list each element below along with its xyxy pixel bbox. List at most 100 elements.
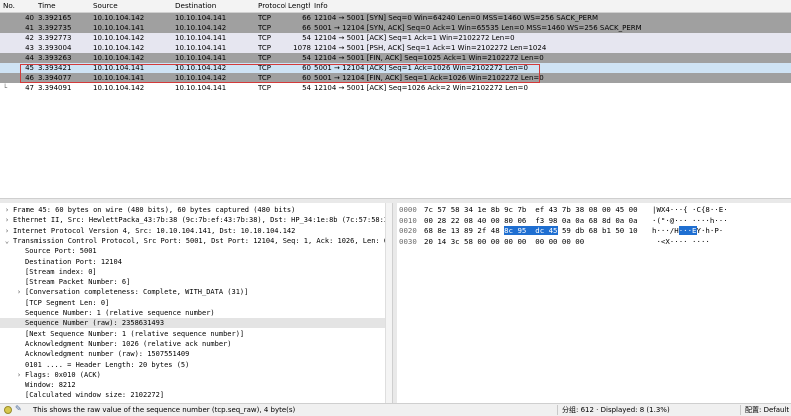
ascii-segment: Y·h·P·: [696, 226, 724, 235]
packet-length: 66: [302, 24, 311, 32]
status-separator: [557, 405, 558, 415]
detail-text: Sequence Number (raw): 2358631493: [25, 319, 165, 328]
packet-row[interactable]: 40 3.392165 10.10.104.142 10.10.104.141 TCP 6…: [0, 13, 791, 23]
packet-info: 12104 → 5001 [FIN, ACK] Seq=1025 Ack=1 W…: [314, 54, 544, 62]
detail-row[interactable]: 0101 .... = Header Length: 20 bytes (5): [0, 360, 392, 370]
detail-text: Acknowledgment Number: 1026 (relative ac…: [25, 339, 232, 348]
col-header-no[interactable]: No.: [3, 1, 15, 11]
detail-row[interactable]: [Stream Packet Number: 6]: [0, 277, 392, 287]
byte-offset: 0010: [399, 215, 417, 225]
packet-row[interactable]: 42 3.392773 10.10.104.142 10.10.104.141 TCP 5…: [0, 33, 791, 43]
detail-row[interactable]: [TCP Segment Len: 0]: [0, 298, 392, 308]
detail-row[interactable]: › Ethernet II, Src: HewlettPacka_43:7b:38…: [0, 215, 392, 225]
packet-destination: 10.10.104.141: [175, 84, 227, 92]
packet-no: 47: [25, 84, 34, 92]
detail-row[interactable]: › [Conversation completeness: Complete, W…: [0, 287, 392, 297]
detail-row[interactable]: ⌄ Transmission Control Protocol, Src Port…: [0, 236, 392, 246]
status-message: This shows the raw value of the sequence…: [33, 406, 296, 414]
col-header-destination[interactable]: Destination: [175, 1, 216, 11]
packet-length: 54: [302, 34, 311, 42]
col-header-source[interactable]: Source: [93, 1, 118, 11]
packet-list-header: No. Time Source Destination Protocol Len…: [0, 0, 791, 13]
col-header-length[interactable]: Length: [288, 1, 310, 11]
detail-row[interactable]: [Calculated window size: 2102272]: [0, 390, 392, 400]
ascii-bytes[interactable]: |WX4···{ ·C{8··E·: [652, 205, 728, 215]
expand-arrow-icon[interactable]: ›: [3, 215, 11, 225]
hex-bytes[interactable]: 7c 57 58 34 1e 8b 9c 7b ef 43 7b 38 08 0…: [424, 205, 638, 215]
detail-text: Acknowledgment number (raw): 1507551409: [25, 350, 190, 359]
packet-protocol: TCP: [258, 14, 271, 22]
packet-source: 10.10.104.142: [93, 84, 145, 92]
packet-row[interactable]: └ 47 3.394091 10.10.104.142 10.10.104.141 TCP…: [0, 83, 791, 93]
highlighted-hex-bytes: 8c 95 dc 45: [504, 226, 558, 235]
packet-row[interactable]: 44 3.393263 10.10.104.142 10.10.104.141 TCP 5…: [0, 53, 791, 63]
detail-text: Ethernet II, Src: HewlettPacka_43:7b:38 …: [13, 216, 392, 225]
packet-protocol: TCP: [258, 34, 271, 42]
packet-details-pane[interactable]: › Frame 45: 60 bytes on wire (480 bits), …: [0, 203, 392, 403]
detail-row[interactable]: Sequence Number (raw): 2358631493: [0, 318, 392, 329]
packet-time: 3.392165: [38, 14, 72, 22]
packet-info: 5001 → 12104 [SYN, ACK] Seq=0 Ack=1 Win=…: [314, 24, 642, 32]
details-scrollbar[interactable]: [385, 203, 392, 403]
packet-protocol: TCP: [258, 54, 271, 62]
detail-row[interactable]: › Flags: 0x010 (ACK): [0, 370, 392, 380]
packet-destination: 10.10.104.141: [175, 34, 227, 42]
detail-row[interactable]: Acknowledgment number (raw): 1507551409: [0, 349, 392, 359]
packet-row[interactable]: 43 3.393004 10.10.104.142 10.10.104.141 TCP 1…: [0, 43, 791, 53]
col-header-time[interactable]: Time: [38, 1, 56, 11]
detail-row[interactable]: Sequence Number: 1 (relative sequence nu…: [0, 308, 392, 318]
detail-row[interactable]: Destination Port: 12104: [0, 257, 392, 267]
ascii-bytes[interactable]: ·<X···· ····: [652, 236, 710, 247]
annotation-highlight-box: [20, 64, 540, 83]
packet-no: 44: [25, 54, 34, 62]
packet-bytes-pane[interactable]: 0000 7c 57 58 34 1e 8b 9c 7b ef 43 7b 38 …: [397, 203, 791, 403]
hex-bytes[interactable]: 68 8e 13 89 2f 48 8c 95 dc 45 59 db 68 b…: [424, 226, 638, 236]
packet-no: 43: [25, 44, 34, 52]
hex-bytes[interactable]: 00 28 22 08 40 00 80 06 f3 98 0a 0a 68 8…: [424, 216, 638, 226]
hex-segment: 68 8e 13 89 2f 48: [424, 226, 505, 235]
packet-list-pane[interactable]: No. Time Source Destination Protocol Len…: [0, 0, 791, 198]
expand-arrow-icon[interactable]: ›: [15, 370, 23, 380]
byte-row[interactable]: 0020 68 8e 13 89 2f 48 8c 95 dc 45 59 db …: [397, 226, 791, 236]
packet-length: 66: [302, 14, 311, 22]
byte-row[interactable]: 0010 00 28 22 08 40 00 80 06 f3 98 0a 0a …: [397, 216, 791, 226]
hex-bytes[interactable]: 20 14 3c 58 00 00 00 00 00 00 00 00: [424, 237, 584, 247]
status-profile[interactable]: 配置: Default: [745, 405, 789, 415]
detail-row[interactable]: [Stream index: 0]: [0, 267, 392, 277]
detail-text: [Stream Packet Number: 6]: [25, 278, 131, 287]
expand-arrow-icon[interactable]: ›: [3, 205, 11, 215]
detail-row[interactable]: [Next Sequence Number: 1 (relative seque…: [0, 329, 392, 339]
ascii-segment: h···/H: [652, 226, 679, 235]
packet-time: 3.392773: [38, 34, 72, 42]
packet-info: 12104 → 5001 [ACK] Seq=1026 Ack=2 Win=21…: [314, 84, 528, 92]
detail-row[interactable]: Acknowledgment Number: 1026 (relative ac…: [0, 339, 392, 349]
packet-no: 41: [25, 24, 34, 32]
detail-row[interactable]: › Internet Protocol Version 4, Src: 10.10…: [0, 226, 392, 236]
expand-arrow-icon[interactable]: ›: [3, 226, 11, 236]
detail-text: Window: 8212: [25, 381, 76, 390]
expand-arrow-icon[interactable]: ›: [15, 287, 23, 297]
detail-row[interactable]: › Frame 45: 60 bytes on wire (480 bits), …: [0, 205, 392, 215]
col-header-info[interactable]: Info: [314, 1, 328, 11]
packet-source: 10.10.104.141: [93, 24, 145, 32]
detail-row[interactable]: Window: 8212: [0, 380, 392, 390]
status-bar: ✎ This shows the raw value of the sequen…: [0, 403, 791, 416]
edit-comment-icon[interactable]: ✎: [15, 404, 22, 414]
packet-protocol: TCP: [258, 24, 271, 32]
ascii-bytes[interactable]: h···/H···EY·h·P·: [652, 226, 723, 236]
packet-length: 54: [302, 54, 311, 62]
detail-text: [Next Sequence Number: 1 (relative seque…: [25, 329, 245, 338]
packet-time: 3.393263: [38, 54, 72, 62]
ascii-bytes[interactable]: ·("·@··· ····h···: [652, 216, 728, 226]
packet-protocol: TCP: [258, 84, 271, 92]
expand-arrow-icon[interactable]: ⌄: [3, 236, 11, 246]
byte-row[interactable]: 0030 20 14 3c 58 00 00 00 00 00 00 00 00 …: [397, 237, 791, 247]
packet-row[interactable]: 41 3.392735 10.10.104.141 10.10.104.142 TCP 6…: [0, 23, 791, 33]
expert-info-icon[interactable]: [4, 406, 12, 414]
byte-row[interactable]: 0000 7c 57 58 34 1e 8b 9c 7b ef 43 7b 38 …: [397, 205, 791, 215]
packet-protocol: TCP: [258, 44, 271, 52]
ascii-segment: ·<X···· ····: [652, 236, 710, 246]
col-header-protocol[interactable]: Protocol: [258, 1, 286, 11]
byte-offset: 0000: [399, 205, 417, 214]
detail-row[interactable]: Source Port: 5001: [0, 246, 392, 256]
